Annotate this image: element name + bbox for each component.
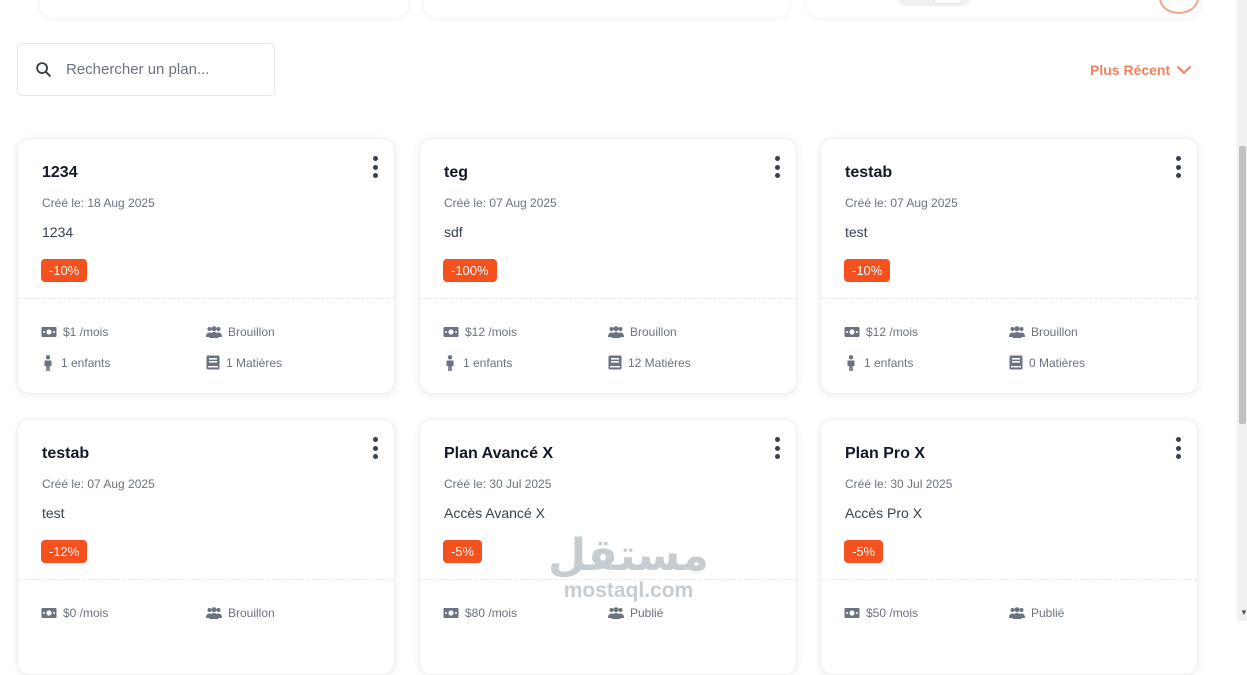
search-icon: [36, 62, 51, 77]
plan-name: teg: [444, 164, 468, 181]
search-box[interactable]: [17, 43, 275, 96]
plan-price: $1 /mois: [41, 325, 108, 339]
plan-price: $0 /mois: [41, 606, 108, 620]
sort-dropdown[interactable]: Plus Récent: [1090, 62, 1192, 78]
child-icon: [847, 355, 855, 371]
header-card-1: [40, 0, 408, 18]
users-icon: [1009, 326, 1025, 338]
child-icon: [446, 355, 454, 371]
card-divider: [821, 579, 1197, 580]
plan-created-date: Créé le: 30 Jul 2025: [444, 477, 552, 491]
money-icon: [41, 327, 57, 337]
users-icon: [1009, 607, 1025, 619]
card-divider: [18, 298, 394, 299]
plan-description: Accès Avancé X: [444, 505, 545, 521]
sort-label: Plus Récent: [1090, 62, 1171, 78]
header-card-2: [424, 0, 790, 18]
view-toggle[interactable]: [898, 0, 970, 6]
header-card-3: [806, 0, 1200, 18]
card-divider: [420, 298, 796, 299]
chevron-down-icon: [1177, 66, 1192, 74]
card-divider: [18, 579, 394, 580]
discount-badge: -5%: [443, 540, 483, 563]
more-options-icon[interactable]: [370, 437, 380, 459]
plan-name: 1234: [42, 164, 78, 181]
book-icon: [608, 355, 622, 370]
plan-description: 1234: [42, 224, 74, 240]
plan-subjects: 1 Matières: [206, 355, 282, 370]
plan-card[interactable]: teg Créé le: 07 Aug 2025 sdf -100% $12 /…: [419, 138, 797, 394]
plan-name: testab: [845, 164, 893, 181]
plan-description: sdf: [444, 224, 463, 240]
plan-description: test: [42, 505, 65, 521]
more-options-icon[interactable]: [370, 156, 380, 178]
discount-badge: -10%: [844, 259, 891, 282]
more-options-icon[interactable]: [772, 437, 782, 459]
plan-status: Brouillon: [206, 606, 275, 620]
scrollbar-thumb[interactable]: [1239, 146, 1246, 424]
plan-subjects: 0 Matières: [1009, 355, 1085, 370]
discount-badge: -100%: [443, 259, 497, 282]
watermark: مستقل mostaql.com: [548, 533, 709, 603]
money-icon: [844, 327, 860, 337]
plan-status: Publié: [1009, 606, 1064, 620]
more-options-icon[interactable]: [1173, 156, 1183, 178]
watermark-latin: mostaql.com: [563, 579, 694, 602]
plan-created-date: Créé le: 30 Jul 2025: [845, 477, 953, 491]
plan-price: $12 /mois: [443, 325, 517, 339]
book-icon: [1009, 355, 1023, 370]
money-icon: [443, 608, 459, 618]
discount-badge: -10%: [41, 259, 88, 282]
plan-price: $12 /mois: [844, 325, 918, 339]
plan-status: Brouillon: [206, 325, 275, 339]
plan-description: test: [845, 224, 868, 240]
plan-name: Plan Avancé X: [444, 445, 554, 462]
plan-price: $80 /mois: [443, 606, 517, 620]
plan-created-date: Créé le: 07 Aug 2025: [42, 477, 155, 491]
more-options-icon[interactable]: [772, 156, 782, 178]
users-icon: [608, 607, 624, 619]
users-icon: [206, 607, 222, 619]
money-icon: [41, 608, 57, 618]
plan-card[interactable]: Plan Pro X Créé le: 30 Jul 2025 Accès Pr…: [820, 419, 1198, 675]
plan-status: Brouillon: [1009, 325, 1078, 339]
plan-created-date: Créé le: 07 Aug 2025: [444, 196, 557, 210]
scroll-down-arrow[interactable]: ▼: [1240, 608, 1247, 617]
plan-name: testab: [42, 445, 90, 462]
plan-subjects: 12 Matières: [608, 355, 691, 370]
plan-children: 1 enfants: [41, 355, 110, 371]
watermark-arabic: مستقل: [548, 530, 709, 581]
users-icon: [206, 326, 222, 338]
plan-created-date: Créé le: 07 Aug 2025: [845, 196, 958, 210]
child-icon: [44, 355, 52, 371]
plan-children: 1 enfants: [844, 355, 913, 371]
plan-created-date: Créé le: 18 Aug 2025: [42, 196, 155, 210]
search-input[interactable]: [64, 60, 258, 79]
plan-description: Accès Pro X: [845, 505, 923, 521]
money-icon: [443, 327, 459, 337]
more-options-icon[interactable]: [1173, 437, 1183, 459]
plan-price: $50 /mois: [844, 606, 918, 620]
plan-children: 1 enfants: [443, 355, 512, 371]
plan-status: Publié: [608, 606, 663, 620]
discount-badge: -5%: [844, 540, 884, 563]
plan-status: Brouillon: [608, 325, 677, 339]
book-icon: [206, 355, 220, 370]
card-divider: [821, 298, 1197, 299]
plan-card[interactable]: testab Créé le: 07 Aug 2025 test -10% $1…: [820, 138, 1198, 394]
plan-card[interactable]: testab Créé le: 07 Aug 2025 test -12% $0…: [17, 419, 395, 675]
money-icon: [844, 608, 860, 618]
discount-badge: -12%: [41, 540, 88, 563]
users-icon: [608, 326, 624, 338]
plan-card[interactable]: 1234 Créé le: 18 Aug 2025 1234 -10% $1 /…: [17, 138, 395, 394]
plan-name: Plan Pro X: [845, 445, 926, 462]
